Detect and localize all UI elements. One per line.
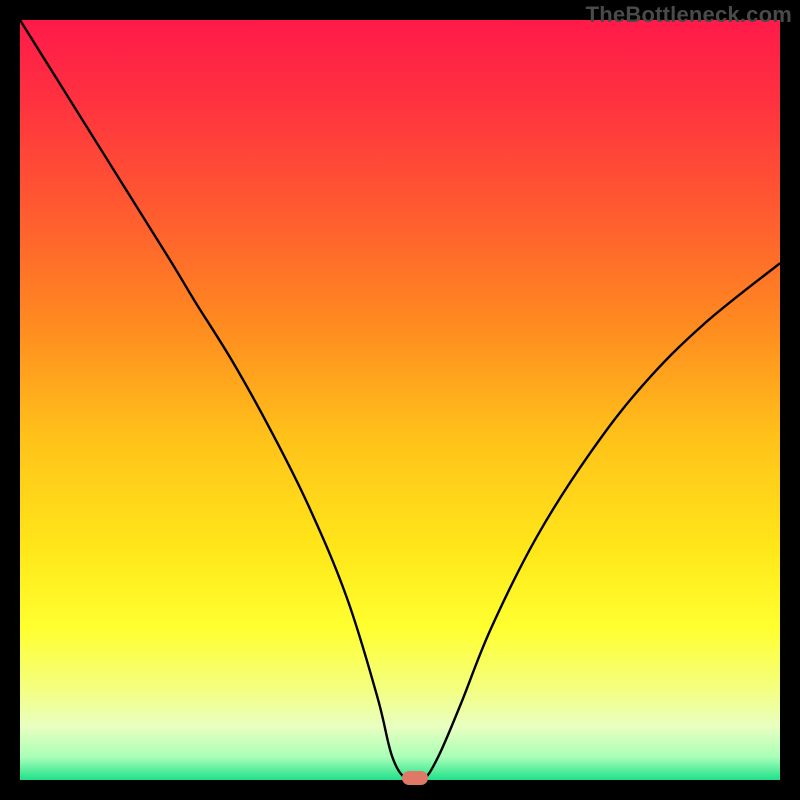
gradient-background — [20, 20, 780, 780]
plot-area — [20, 20, 780, 780]
plot-svg — [20, 20, 780, 780]
optimal-point-marker — [402, 771, 428, 785]
chart-frame: TheBottleneck.com — [0, 0, 800, 800]
watermark-text: TheBottleneck.com — [586, 2, 792, 28]
